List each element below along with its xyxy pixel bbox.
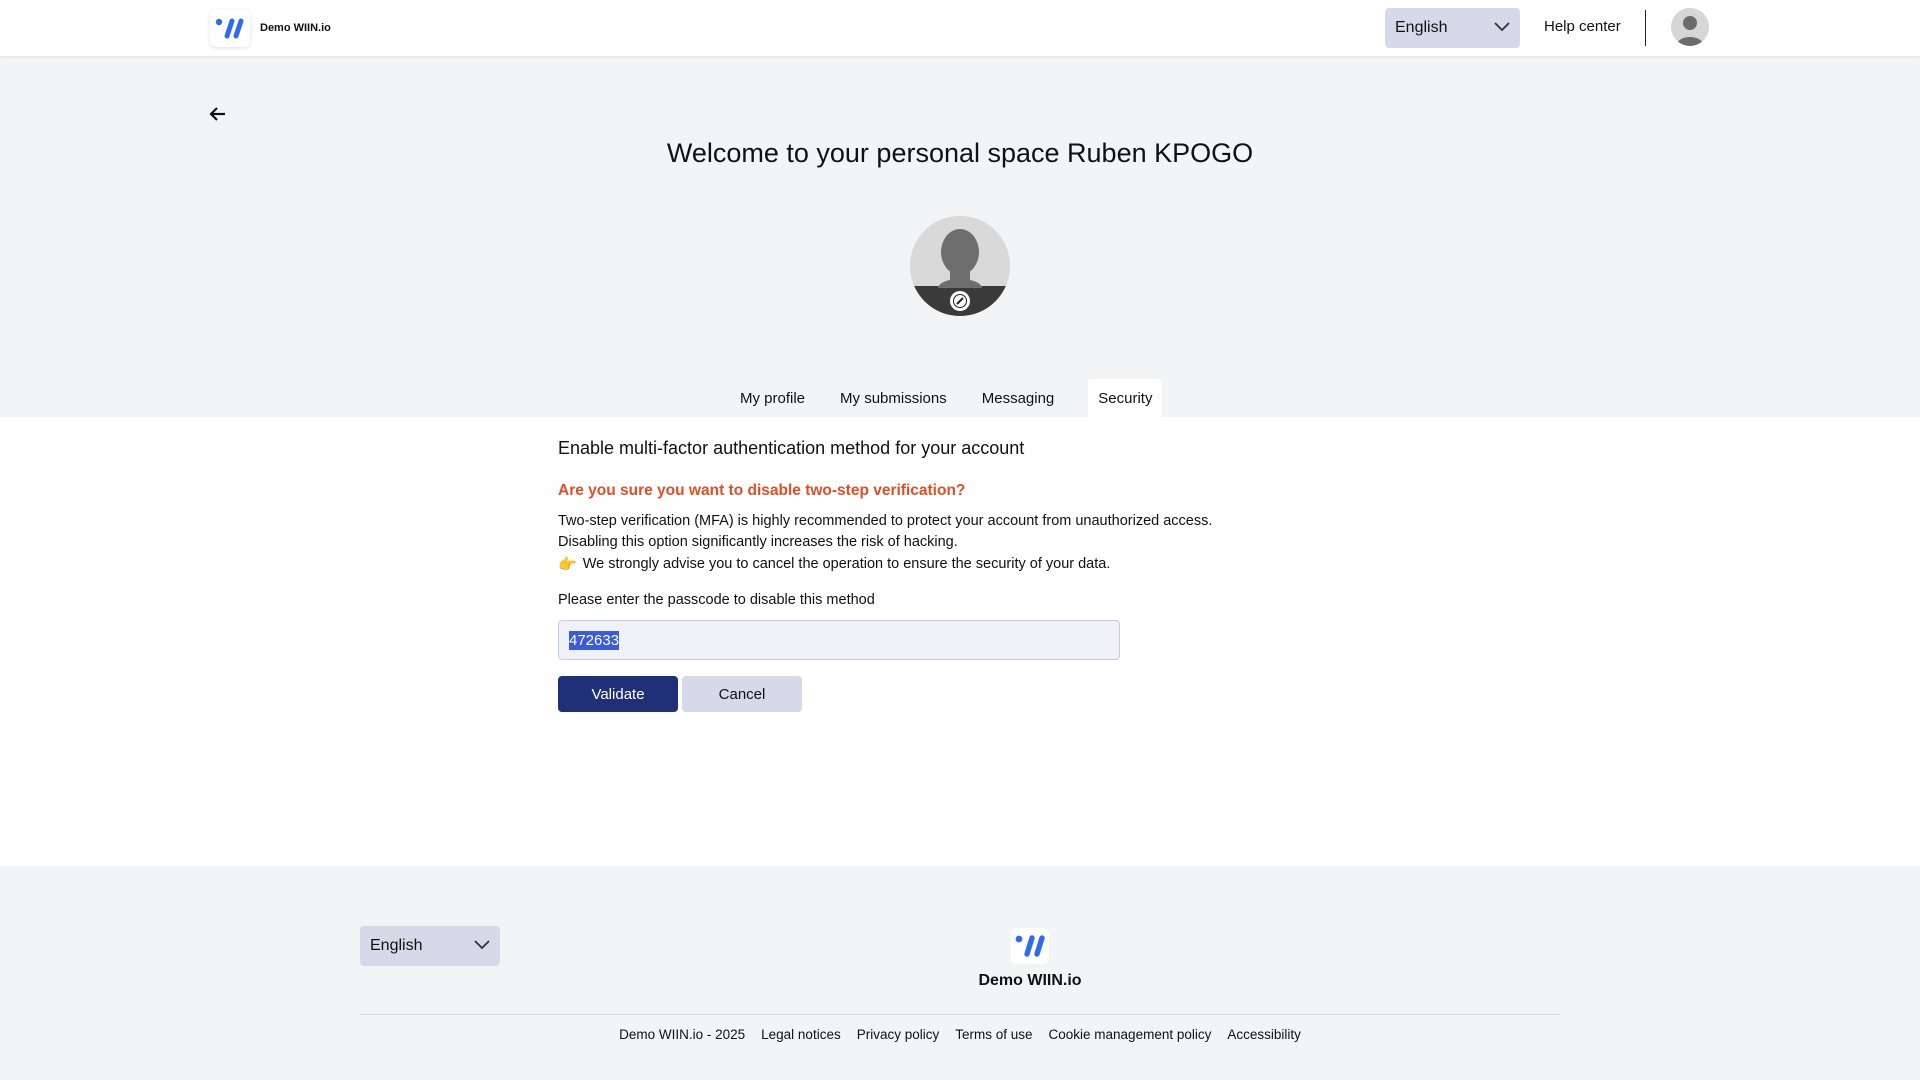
tab-my-submissions[interactable]: My submissions [830, 379, 957, 417]
passcode-input[interactable]: 472633 [558, 620, 1120, 660]
pointing-hand-icon: 👉 [558, 556, 577, 573]
cancel-button[interactable]: Cancel [682, 676, 802, 712]
header-divider [1645, 10, 1646, 46]
footer-copyright: Demo WIIN.io - 2025 [619, 1027, 746, 1042]
brand-name: Demo WIIN.io [260, 22, 331, 34]
advice-text: We strongly advise you to cancel the ope… [582, 556, 1111, 572]
footer-divider [360, 1014, 1560, 1015]
passcode-label: Please enter the passcode to disable thi… [558, 592, 875, 608]
description-line: Two-step verification (MFA) is highly re… [558, 513, 1213, 529]
language-select-value: English [1395, 19, 1448, 36]
footer-brand-name: Demo WIIN.io [978, 972, 1082, 989]
language-select[interactable]: English [1385, 8, 1520, 48]
top-navbar: Demo WIIN.io English Help center [0, 0, 1920, 57]
privacy-policy-link[interactable]: Privacy policy [857, 1027, 940, 1042]
tab-security[interactable]: Security [1088, 379, 1163, 417]
section-title: Enable multi-factor authentication metho… [558, 438, 1025, 458]
brand[interactable]: Demo WIIN.io [210, 9, 331, 47]
terms-of-use-link[interactable]: Terms of use [955, 1027, 1032, 1042]
welcome-title: Welcome to your personal space Ruben KPO… [666, 138, 1254, 168]
back-arrow-icon[interactable] [207, 103, 229, 125]
footer-links: Demo WIIN.io - 2025 Legal notices Privac… [0, 1027, 1920, 1042]
avatar-icon [1671, 8, 1709, 46]
tab-my-profile[interactable]: My profile [730, 379, 815, 417]
pencil-icon [953, 294, 967, 308]
accessibility-link[interactable]: Accessibility [1227, 1027, 1301, 1042]
edit-avatar-button[interactable] [950, 291, 970, 311]
profile-tabs: My profile My submissions Messaging Secu… [730, 379, 1163, 417]
passcode-value: 472633 [569, 630, 620, 650]
language-select-value: English [370, 937, 423, 954]
help-center-link[interactable]: Help center [1544, 18, 1621, 35]
footer-language-select[interactable]: English [360, 926, 500, 966]
cookie-policy-link[interactable]: Cookie management policy [1049, 1027, 1212, 1042]
legal-notices-link[interactable]: Legal notices [761, 1027, 841, 1042]
wiin-logo-icon [1010, 927, 1050, 965]
advice-line: 👉 We strongly advise you to cancel the o… [558, 555, 1110, 573]
description-line: Disabling this option significantly incr… [558, 534, 958, 550]
validate-button[interactable]: Validate [558, 676, 678, 712]
wiin-logo-icon [210, 9, 250, 47]
user-avatar-button[interactable] [1671, 8, 1709, 46]
chevron-down-icon [474, 937, 490, 955]
chevron-down-icon [1494, 19, 1510, 37]
warning-title: Are you sure you want to disable two-ste… [558, 482, 966, 499]
tab-messaging[interactable]: Messaging [972, 379, 1065, 417]
